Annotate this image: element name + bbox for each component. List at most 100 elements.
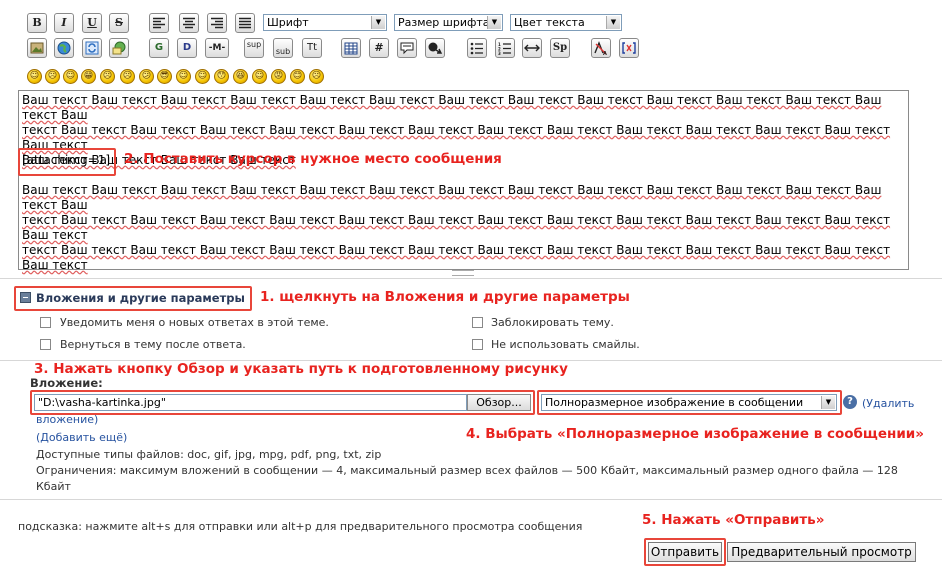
smiley-icon[interactable]: 😎	[157, 69, 172, 84]
smiley-icon[interactable]: ☺	[176, 69, 191, 84]
file-input[interactable]: "D:\vasha-kartinka.jpg"	[34, 394, 467, 411]
horizontal-rule-button[interactable]	[522, 38, 542, 58]
submit-button[interactable]: Отправить	[648, 542, 722, 562]
hint-text: подсказка: нажмите alt+s для отправки ил…	[18, 520, 583, 533]
notify-label: Уведомить меня о новых ответах в этой те…	[60, 316, 329, 329]
no-smileys-checkbox[interactable]	[472, 339, 483, 350]
font-select[interactable]: Шрифт ▼	[263, 14, 387, 31]
align-justify-button[interactable]	[235, 13, 255, 33]
svg-text:A: A	[603, 51, 607, 56]
text-color-select-value: Цвет текста	[514, 16, 585, 29]
text-color-select[interactable]: Цвет текста ▼	[510, 14, 622, 31]
limits-text: Ограничения: максимум вложений в сообщен…	[36, 464, 898, 477]
smiley-icon[interactable]: ☹	[45, 69, 60, 84]
chevron-down-icon: ▼	[606, 16, 620, 29]
refresh-icon	[85, 41, 99, 55]
italic-button[interactable]: I	[54, 13, 74, 33]
smiley-icon[interactable]: 😡	[271, 69, 286, 84]
shadow-button[interactable]: D	[177, 38, 197, 58]
help-icon[interactable]: ?	[843, 395, 857, 409]
lock-checkbox[interactable]	[472, 317, 483, 328]
step5-annotation: 5. Нажать «Отправить»	[642, 512, 825, 528]
step4-annotation: 4. Выбрать «Полноразмерное изображение в…	[466, 426, 924, 442]
teletype-button[interactable]: Tt	[302, 38, 322, 58]
numbered-list-icon: 123	[498, 42, 511, 56]
resize-handle[interactable]	[452, 270, 474, 276]
align-left-icon	[153, 17, 165, 29]
message-line: текст Ваш текст Ваш текст Ваш текст Ваш …	[22, 243, 891, 272]
subscript-button[interactable]: sub	[273, 38, 293, 58]
remove-format-icon: A	[594, 41, 607, 57]
smiley-icon[interactable]: ☺	[63, 69, 78, 84]
smiley-icon[interactable]: ☺	[195, 69, 210, 84]
image-icon	[30, 42, 44, 54]
smiley-icon[interactable]: ☺	[252, 69, 267, 84]
svg-text:3: 3	[498, 51, 501, 55]
strikethrough-button[interactable]: S	[109, 13, 129, 33]
chevron-down-icon: ▼	[821, 396, 835, 409]
attachment-mode-value: Полноразмерное изображение в сообщении	[545, 396, 804, 409]
allowed-types-text: Доступные типы файлов: doc, gif, jpg, mp…	[36, 448, 382, 461]
limits-text-cont: Кбайт	[36, 480, 71, 493]
attachment-label: Вложение:	[30, 376, 103, 390]
align-center-icon	[183, 17, 195, 29]
lock-label: Заблокировать тему.	[491, 316, 614, 329]
smiley-icon[interactable]: 😕	[139, 69, 154, 84]
superscript-button[interactable]: sup	[244, 38, 264, 58]
message-text-block: Ваш текст Ваш текст Ваш текст Ваш текст …	[22, 183, 902, 273]
spoiler-button[interactable]: Sp	[550, 38, 570, 58]
remove-attachment-link[interactable]: (Удалить	[862, 397, 914, 410]
return-checkbox[interactable]	[40, 339, 51, 350]
table-icon	[344, 42, 358, 55]
insert-email-button[interactable]	[109, 38, 129, 58]
smiley-icon[interactable]: ☹	[309, 69, 324, 84]
bullet-list-button[interactable]	[467, 38, 487, 58]
browse-button[interactable]: Обзор...	[467, 394, 531, 411]
font-select-value: Шрифт	[267, 16, 309, 29]
insert-table-button[interactable]	[341, 38, 361, 58]
insert-link-button[interactable]	[54, 38, 74, 58]
notify-checkbox[interactable]	[40, 317, 51, 328]
smiley-icon[interactable]: 😆	[233, 69, 248, 84]
bullet-list-icon	[470, 42, 483, 55]
align-right-button[interactable]	[207, 13, 227, 33]
insert-quote-button[interactable]	[397, 38, 417, 58]
attachment-mode-select[interactable]: Полноразмерное изображение в сообщении ▼	[541, 394, 837, 411]
smiley-icon[interactable]: 😁	[81, 69, 96, 84]
smiley-icon[interactable]: ☹	[100, 69, 115, 84]
chevron-down-icon: ▼	[371, 16, 385, 29]
toggle-mode-button[interactable]	[619, 38, 639, 58]
marquee-button[interactable]: -M-	[205, 38, 229, 58]
font-size-select[interactable]: Размер шрифта ▼	[394, 14, 503, 31]
insert-image-button[interactable]	[27, 38, 47, 58]
message-textarea[interactable]: Ваш текст Ваш текст Ваш текст Ваш текст …	[18, 90, 909, 273]
smiley-icon[interactable]: ☺	[27, 69, 42, 84]
smiley-icon[interactable]: 😊	[290, 69, 305, 84]
smiley-icon[interactable]: 😯	[214, 69, 229, 84]
underline-button[interactable]: U	[82, 13, 102, 33]
insert-ftp-button[interactable]	[82, 38, 102, 58]
insert-flash-button[interactable]	[425, 38, 445, 58]
flash-icon	[428, 42, 443, 54]
preview-button[interactable]: Предварительный просмотр	[727, 542, 916, 562]
bold-button[interactable]: B	[27, 13, 47, 33]
smiley-icon[interactable]: ☹	[120, 69, 135, 84]
step2-annotation: 2. Поставить курсор в нужное место сообщ…	[124, 151, 502, 167]
add-more-link[interactable]: (Добавить ещё)	[36, 431, 127, 444]
align-left-button[interactable]	[149, 13, 169, 33]
no-smileys-label: Не использовать смайлы.	[491, 338, 640, 351]
remove-attachment-link-cont[interactable]: вложение)	[36, 413, 98, 426]
toggle-view-icon	[622, 42, 636, 54]
message-line: текст Ваш текст Ваш текст Ваш текст Ваш …	[22, 213, 891, 242]
numbered-list-button[interactable]: 123	[495, 38, 515, 58]
glow-button[interactable]: G	[149, 38, 169, 58]
quote-icon	[400, 42, 414, 55]
return-label: Вернуться в тему после ответа.	[60, 338, 246, 351]
message-line: Ваш текст Ваш текст Ваш текст Ваш текст …	[22, 183, 882, 212]
align-center-button[interactable]	[179, 13, 199, 33]
chevron-down-icon: ▼	[487, 16, 501, 29]
collapse-icon	[20, 292, 31, 303]
insert-code-button[interactable]: #	[369, 38, 389, 58]
email-globe-icon	[112, 41, 126, 55]
remove-format-button[interactable]: A	[591, 38, 611, 58]
